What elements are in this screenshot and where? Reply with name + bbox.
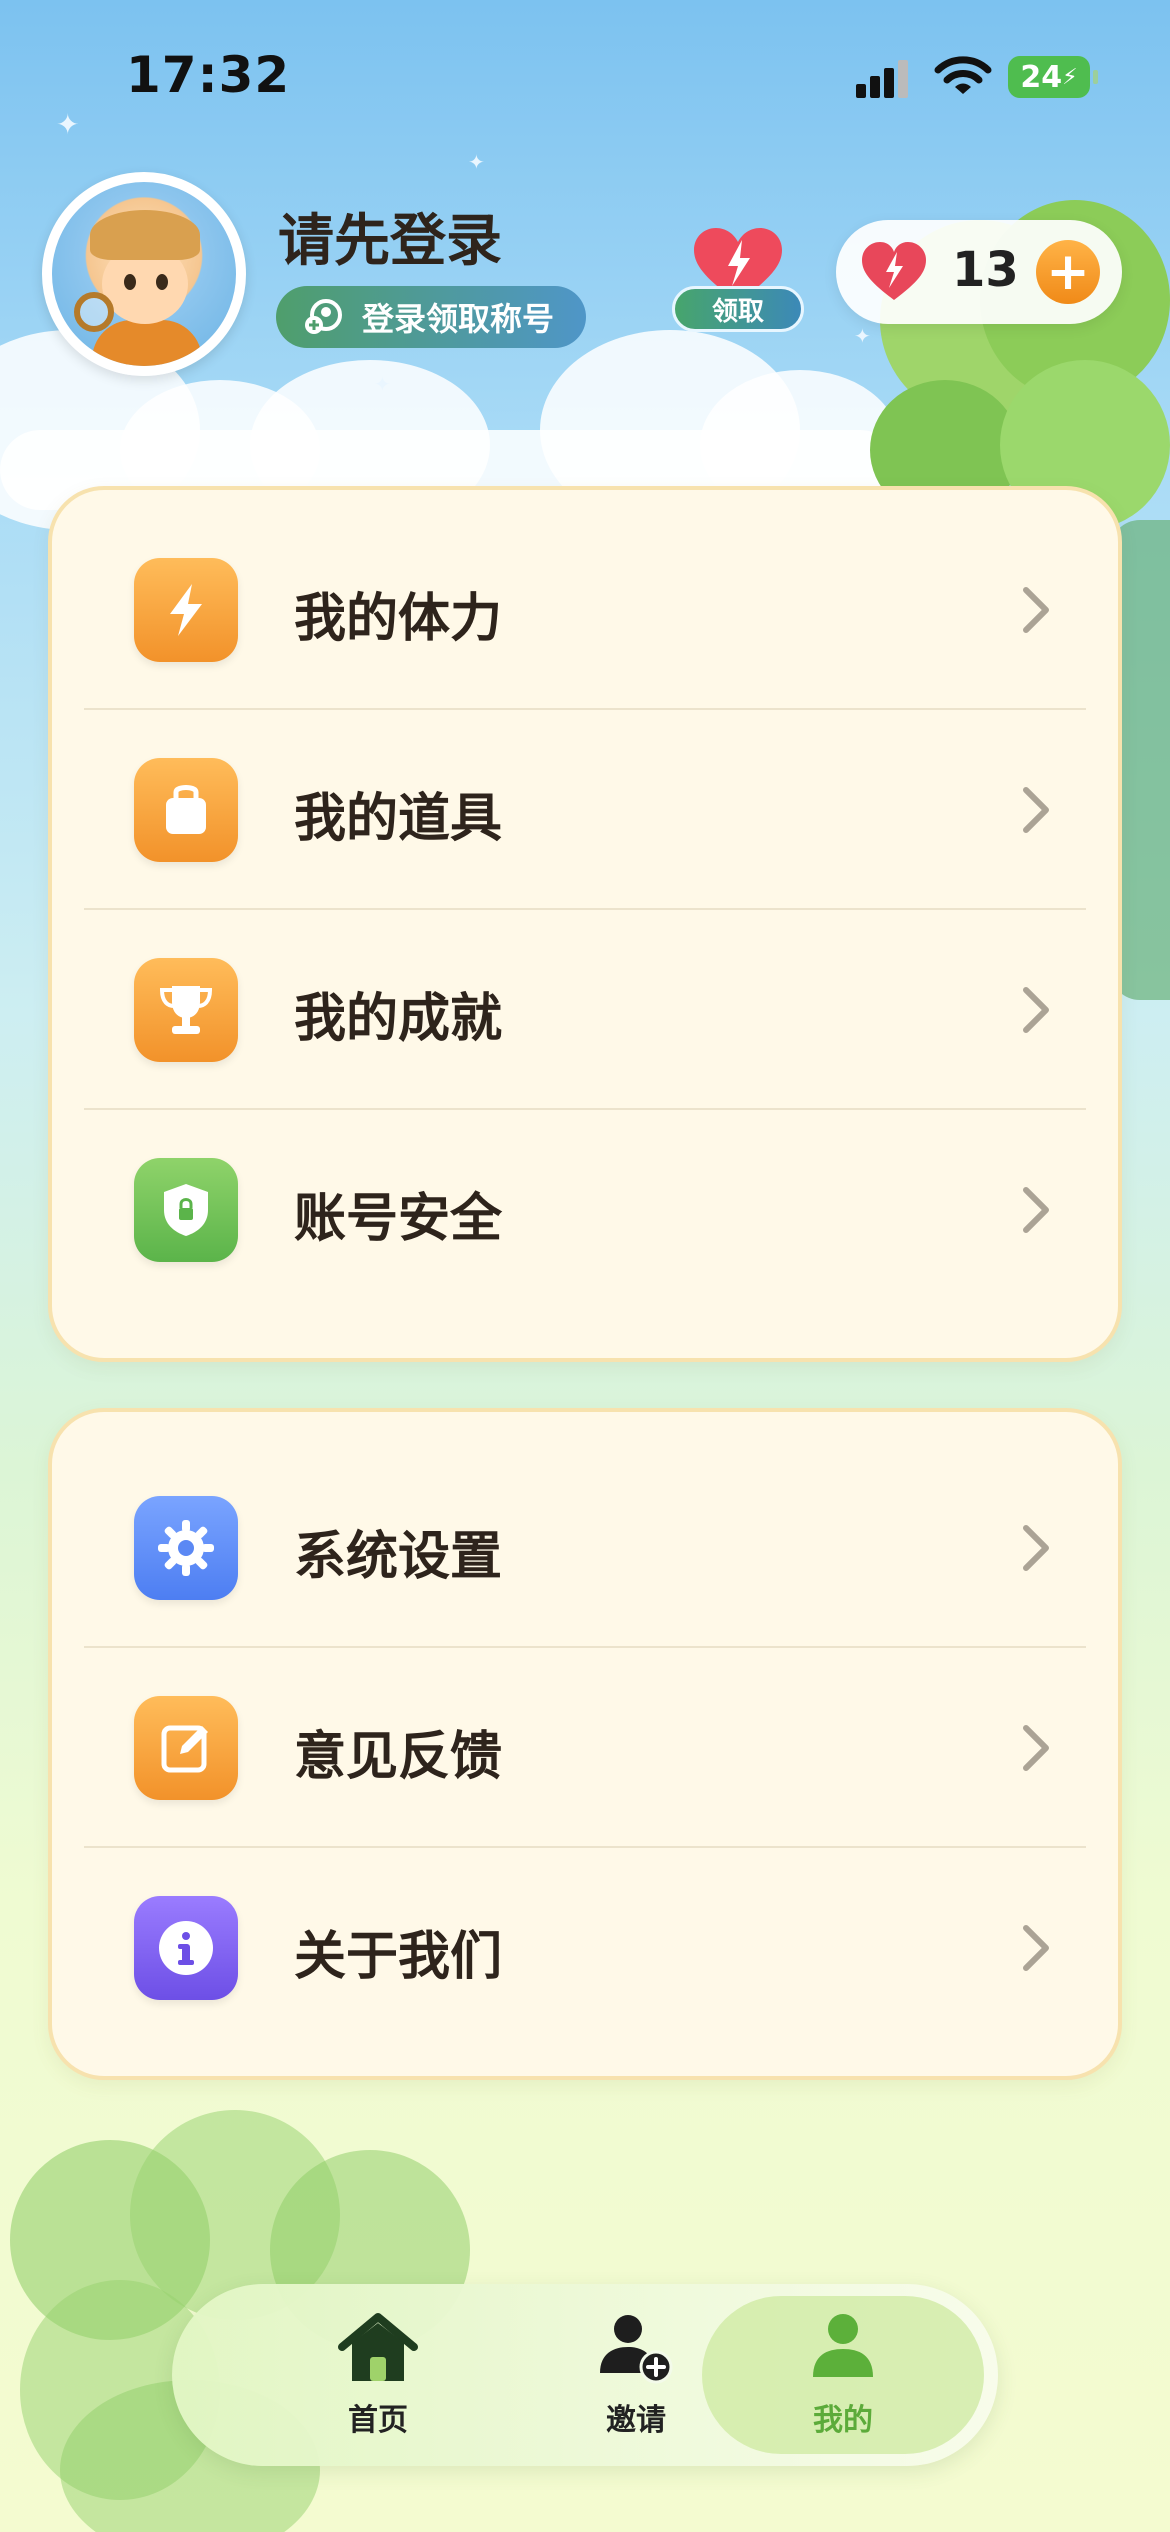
home-icon — [338, 2313, 418, 2381]
menu-item-feedback[interactable]: 意见反馈 — [84, 1648, 1086, 1848]
hearts-counter: 13 + — [836, 220, 1122, 324]
menu-item-account-security[interactable]: 账号安全 — [84, 1110, 1086, 1310]
chevron-right-icon — [1023, 1725, 1049, 1771]
signal-icon — [856, 58, 918, 98]
chevron-right-icon — [1023, 1187, 1049, 1233]
avatar[interactable] — [42, 172, 246, 376]
menu-item-label: 意见反馈 — [294, 1727, 503, 1787]
shield-lock-icon — [134, 1158, 238, 1262]
chevron-right-icon — [1023, 787, 1049, 833]
menu-item-label: 我的体力 — [294, 589, 503, 649]
menu-item-items[interactable]: 我的道具 — [84, 710, 1086, 910]
energy-claim-button[interactable]: 领取 — [672, 228, 804, 338]
chevron-right-icon — [1023, 587, 1049, 633]
wifi-icon — [934, 56, 992, 94]
add-hearts-button[interactable]: + — [1036, 240, 1100, 304]
gear-icon — [134, 1496, 238, 1600]
login-claim-title-button[interactable]: 登录领取称号 — [276, 286, 586, 348]
menu-item-label: 我的道具 — [294, 789, 503, 849]
menu-card-secondary: 系统设置 意见反馈 关于我们 — [48, 1408, 1122, 2080]
battery-indicator: 24 ⚡ — [1008, 56, 1098, 98]
info-icon — [134, 1896, 238, 2000]
heart-energy-icon — [862, 242, 926, 300]
tab-me[interactable]: 我的 — [702, 2296, 984, 2454]
claim-label: 领取 — [672, 286, 804, 332]
edit-icon — [134, 1696, 238, 1800]
hearts-count: 13 — [952, 242, 1019, 298]
menu-item-achievements[interactable]: 我的成就 — [84, 910, 1086, 1110]
menu-item-label: 账号安全 — [294, 1189, 503, 1249]
sparkle-decoration: ✦ — [374, 372, 391, 396]
trophy-icon — [134, 958, 238, 1062]
add-user-icon — [600, 2315, 673, 2384]
login-prompt-title[interactable]: 请先登录 — [278, 196, 502, 277]
status-bar: 17:32 24 ⚡ — [0, 0, 1170, 150]
tab-home[interactable]: 首页 — [258, 2284, 498, 2466]
bottom-tab-bar: 首页 邀请 我的 — [172, 2284, 998, 2466]
chevron-right-icon — [1023, 987, 1049, 1033]
battery-level: 24 — [1020, 59, 1063, 95]
sparkle-decoration: ✦ — [854, 324, 871, 348]
menu-card-primary: 我的体力 我的道具 我的成就 账号安全 — [48, 486, 1122, 1362]
chevron-right-icon — [1023, 1925, 1049, 1971]
chevron-right-icon — [1023, 1525, 1049, 1571]
tab-me-label: 我的 — [813, 2403, 873, 2438]
tab-invite-label: 邀请 — [606, 2403, 666, 2438]
bag-icon — [134, 758, 238, 862]
menu-item-stamina[interactable]: 我的体力 — [84, 510, 1086, 710]
user-icon — [813, 2314, 873, 2377]
user-plus-icon — [305, 299, 342, 334]
login-claim-title-label: 登录领取称号 — [362, 300, 555, 338]
menu-item-about[interactable]: 关于我们 — [84, 1848, 1086, 2048]
menu-item-settings[interactable]: 系统设置 — [84, 1448, 1086, 1648]
tab-home-label: 首页 — [348, 2403, 408, 2438]
sparkle-decoration: ✦ — [468, 150, 485, 174]
lightning-icon — [134, 558, 238, 662]
menu-item-label: 关于我们 — [294, 1927, 503, 1987]
menu-item-label: 系统设置 — [294, 1527, 503, 1587]
status-time: 17:32 — [126, 46, 291, 104]
menu-item-label: 我的成就 — [294, 989, 503, 1049]
